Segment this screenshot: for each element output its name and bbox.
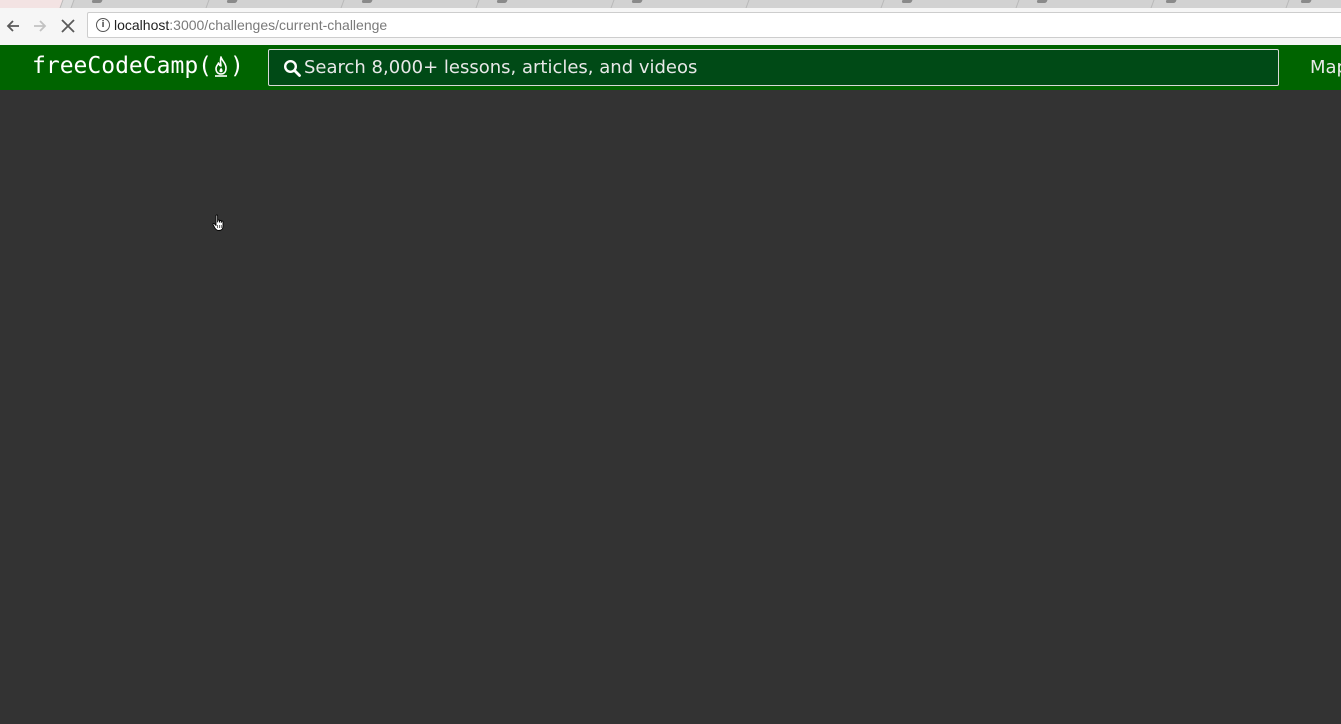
search-input[interactable]	[304, 50, 1264, 85]
tab-favicon-icon	[361, 0, 373, 3]
tab-favicon-icon	[1300, 0, 1312, 3]
info-icon[interactable]: i	[96, 18, 110, 32]
tab-favicon-icon	[1165, 0, 1177, 3]
site-navbar: freeCodeCamp( ) Map	[0, 45, 1341, 90]
tab-favicon-icon	[226, 0, 238, 3]
tab-favicon-icon	[91, 0, 103, 3]
browser-tab[interactable]	[0, 0, 64, 8]
url-path: :3000/challenges/current-challenge	[169, 17, 388, 33]
browser-tab[interactable]	[70, 0, 211, 8]
browser-tab[interactable]	[880, 0, 1021, 8]
stop-loading-icon[interactable]	[58, 16, 78, 36]
browser-tab[interactable]	[1285, 0, 1341, 8]
tab-favicon-icon	[901, 0, 913, 3]
fcc-logo[interactable]: freeCodeCamp( )	[32, 52, 244, 80]
nav-map-link[interactable]: Map	[1310, 57, 1341, 79]
browser-toolbar: i localhost:3000/challenges/current-chal…	[0, 8, 1341, 46]
tab-favicon-icon	[496, 0, 508, 3]
address-url[interactable]: localhost:3000/challenges/current-challe…	[114, 17, 387, 33]
logo-text-suffix: )	[230, 53, 244, 79]
hand-cursor-icon	[212, 214, 224, 231]
back-arrow-icon[interactable]	[3, 16, 23, 36]
tab-favicon-icon	[631, 0, 643, 3]
flame-icon	[215, 56, 228, 77]
browser-tab[interactable]	[205, 0, 346, 8]
search-icon	[283, 59, 301, 77]
browser-tab[interactable]	[745, 0, 886, 8]
browser-tab[interactable]	[1150, 0, 1291, 8]
url-host: localhost	[114, 17, 170, 33]
browser-tab[interactable]	[610, 0, 751, 8]
browser-tab[interactable]	[1015, 0, 1156, 8]
logo-text-prefix: freeCodeCamp(	[32, 53, 213, 79]
address-bar[interactable]: i localhost:3000/challenges/current-chal…	[87, 12, 1341, 38]
forward-arrow-icon[interactable]	[30, 16, 50, 36]
tab-favicon-icon	[1036, 0, 1048, 3]
browser-tab-strip	[0, 0, 1341, 8]
main-content	[0, 90, 1341, 724]
search-box[interactable]	[268, 49, 1279, 86]
browser-tab[interactable]	[340, 0, 481, 8]
browser-tab[interactable]	[475, 0, 616, 8]
